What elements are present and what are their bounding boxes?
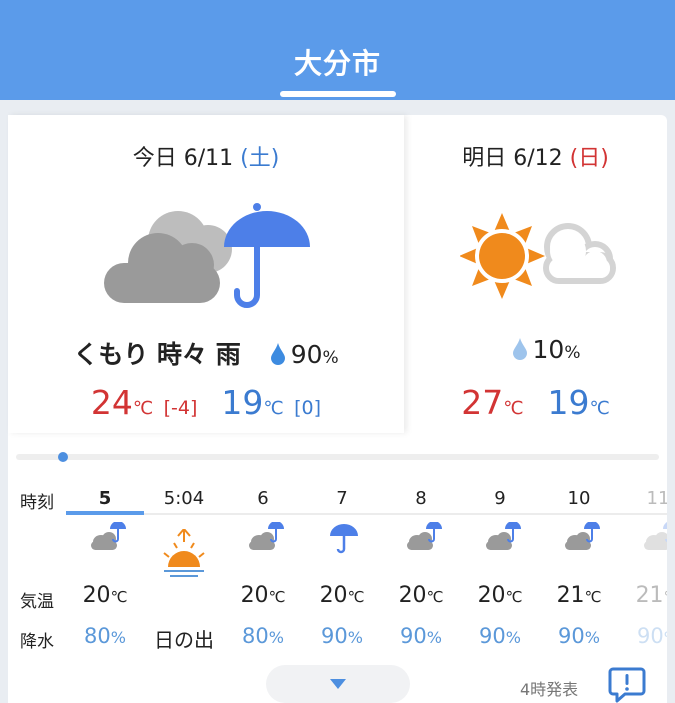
today-precip-unit: %	[322, 348, 339, 368]
hour-precip: 80%	[84, 624, 126, 648]
hour-slot[interactable]: 10 21℃ 90%	[539, 477, 619, 655]
today-high-diff: [-4]	[163, 397, 198, 419]
hour-slot[interactable]: 11 21℃ 90%	[618, 477, 667, 655]
hour-label: 10	[567, 488, 591, 509]
hour-label: 5	[98, 488, 112, 509]
today-temps: 24℃ [-4] 19℃ [0]	[8, 383, 404, 422]
hour-precip: 80%	[242, 624, 284, 648]
hour-temp: 20℃	[398, 583, 444, 608]
hour-label: 9	[494, 488, 506, 509]
hour-precip: 90%	[479, 624, 521, 648]
hourly-scroll-track[interactable]	[16, 454, 659, 460]
forecast-card: 今日 6/11 (土) くもり 時々 雨 90% 24℃ [-4] 19℃ [0]…	[8, 115, 667, 703]
tomorrow-high-temp: 27℃	[461, 383, 524, 422]
tomorrow-panel[interactable]: 明日 6/12 (日) 10% 27℃ 19℃	[404, 115, 667, 433]
hour-precip: 90%	[558, 624, 600, 648]
cloud-sometimes-rain-icon	[104, 203, 310, 308]
hour-temp: 21℃	[635, 583, 667, 608]
tomorrow-heading: 明日 6/12 (日)	[404, 140, 667, 172]
cloud-rain-icon	[564, 522, 601, 551]
tomorrow-condition-row: 10%	[404, 335, 667, 364]
today-condition-row: くもり 時々 雨 90%	[8, 335, 404, 371]
umbrella-icon	[330, 524, 358, 554]
tomorrow-date: 6/12	[513, 146, 563, 171]
cloud-rain-icon	[485, 522, 522, 551]
row-label-time: 時刻	[20, 493, 54, 513]
expand-button[interactable]	[266, 665, 410, 703]
tomorrow-low-temp: 19℃	[547, 383, 610, 422]
hour-precip: 90%	[321, 624, 363, 648]
today-panel[interactable]: 今日 6/11 (土) くもり 時々 雨 90% 24℃ [-4] 19℃ [0]	[8, 115, 404, 433]
hour-slot[interactable]: 7 20℃ 90%	[302, 477, 382, 655]
hour-precip: 90%	[400, 624, 442, 648]
precip-drop-icon	[270, 343, 285, 365]
precip-drop-icon	[512, 338, 527, 360]
cloud-rain-icon	[90, 522, 127, 551]
hourly-scroll-knob[interactable]	[58, 452, 68, 462]
issued-time: 4時発表	[520, 680, 579, 699]
hour-temp: 21℃	[556, 583, 602, 608]
chevron-down-icon	[330, 679, 346, 689]
today-label: 今日	[132, 146, 177, 171]
hour-slot[interactable]: 8 20℃ 90%	[381, 477, 461, 655]
today-high-temp: 24℃ [-4]	[90, 383, 198, 422]
sunrise-icon	[163, 529, 205, 577]
today-low-temp: 19℃ [0]	[221, 383, 322, 422]
hourly-forecast[interactable]: 時刻 気温 降水 5 20℃ 80% 5:04 日の出 6 20℃ 80% 7 …	[8, 477, 667, 655]
hour-temp: 20℃	[319, 583, 365, 608]
sunrise-label: 日の出	[154, 628, 214, 652]
tomorrow-precip-unit: %	[564, 343, 581, 363]
hour-temp: 20℃	[82, 583, 128, 608]
today-date: 6/11	[183, 146, 234, 171]
tomorrow-weekday: (日)	[569, 146, 609, 171]
hour-precip: 90%	[637, 624, 667, 648]
hour-temp: 20℃	[240, 583, 286, 608]
hour-slot[interactable]: 6 20℃ 80%	[223, 477, 303, 655]
cloud-rain-icon	[643, 522, 667, 551]
row-label-temp: 気温	[20, 592, 54, 612]
hour-slot[interactable]: 5 20℃ 80%	[65, 477, 145, 655]
sunrise-time: 5:04	[163, 488, 205, 509]
hour-label: 6	[257, 488, 269, 509]
today-weekday: (土)	[240, 146, 280, 171]
feedback-icon[interactable]	[608, 667, 646, 703]
cloud-rain-icon	[406, 522, 443, 551]
city-title[interactable]: 大分市	[0, 42, 675, 82]
hour-temp: 20℃	[477, 583, 523, 608]
sun-then-cloud-icon	[460, 213, 616, 299]
today-heading: 今日 6/11 (土)	[8, 140, 404, 172]
tomorrow-label: 明日	[462, 146, 507, 171]
tomorrow-precip: 10	[532, 335, 565, 364]
hour-label: 7	[336, 488, 348, 509]
cloud-rain-icon	[248, 522, 285, 551]
row-label-precip: 降水	[20, 632, 54, 652]
city-tab-indicator	[280, 91, 396, 97]
hour-label: 8	[415, 488, 427, 509]
today-condition: くもり 時々 雨	[73, 340, 241, 369]
hour-slot[interactable]: 9 20℃ 90%	[460, 477, 540, 655]
app-header: 大分市	[0, 0, 675, 100]
hour-slot-sunrise[interactable]: 5:04 日の出	[144, 477, 224, 655]
hour-label: 11	[646, 488, 667, 509]
tomorrow-temps: 27℃ 19℃	[404, 383, 667, 422]
today-precip: 90	[290, 340, 323, 369]
today-low-diff: [0]	[294, 397, 322, 419]
